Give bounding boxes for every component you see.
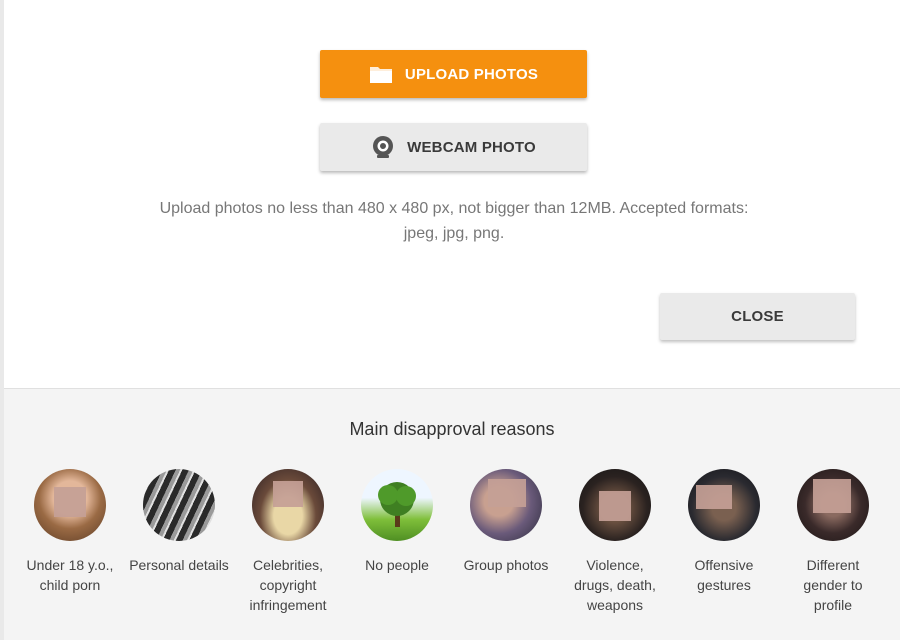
reason-thumbnail-violence <box>579 469 651 541</box>
reason-label: Group photos <box>463 557 549 573</box>
reason-thumbnail-different-gender <box>797 469 869 541</box>
reason-item-different-gender: Different gender to profile <box>783 469 883 615</box>
reason-label: Different gender to profile <box>803 557 863 613</box>
blurred-face <box>273 481 303 507</box>
webcam-photo-label: WEBCAM PHOTO <box>407 138 536 156</box>
reason-item-group-photos: Group photos <box>456 469 556 575</box>
reason-label: Personal details <box>129 557 229 573</box>
disapproval-reasons-title: Main disapproval reasons <box>349 419 555 439</box>
upload-photos-button[interactable]: UPLOAD PHOTOS <box>320 50 587 98</box>
reason-thumbnail-group-photos <box>470 469 542 541</box>
reason-item-violence: Violence, drugs, death, weapons <box>565 469 665 615</box>
blurred-face <box>696 485 732 509</box>
close-label: CLOSE <box>731 308 784 325</box>
reason-item-under-18: Under 18 y.o., child porn <box>20 469 120 595</box>
upload-photo-dialog: UPLOAD PHOTOS WEBCAM PHOTO Upload photos… <box>4 0 900 640</box>
disapproval-reasons-panel: Main disapproval reasons Under 18 y.o., … <box>4 388 900 640</box>
reason-label: No people <box>365 557 429 573</box>
reason-label: Violence, drugs, death, weapons <box>574 557 656 613</box>
reason-item-personal-details: Personal details <box>129 469 229 575</box>
close-button[interactable]: CLOSE <box>660 293 855 340</box>
blurred-face <box>599 491 631 521</box>
reason-label: Offensive gestures <box>694 557 754 593</box>
folder-icon <box>369 64 393 84</box>
reason-thumbnail-celebrities <box>252 469 324 541</box>
upload-photos-label: UPLOAD PHOTOS <box>404 65 539 83</box>
reason-thumbnail-offensive-gestures <box>688 469 760 541</box>
reason-thumbnail-personal-details <box>143 469 215 541</box>
reason-item-offensive-gestures: Offensive gestures <box>674 469 774 595</box>
upload-requirements-text: Upload photos no less than 480 x 480 px,… <box>159 200 749 242</box>
reason-thumbnail-no-people <box>361 469 433 541</box>
webcam-photo-button[interactable]: WEBCAM PHOTO <box>320 123 587 171</box>
reason-thumbnail-under-18 <box>34 469 106 541</box>
reason-label: Celebrities, copyright infringement <box>249 557 327 613</box>
blurred-face <box>488 479 526 507</box>
reason-item-celebrities: Celebrities, copyright infringement <box>238 469 338 615</box>
webcam-icon <box>371 135 395 159</box>
blurred-face <box>54 487 86 517</box>
blurred-face <box>813 479 851 513</box>
reason-item-no-people: No people <box>347 469 447 575</box>
reason-label: Under 18 y.o., child porn <box>26 557 114 593</box>
